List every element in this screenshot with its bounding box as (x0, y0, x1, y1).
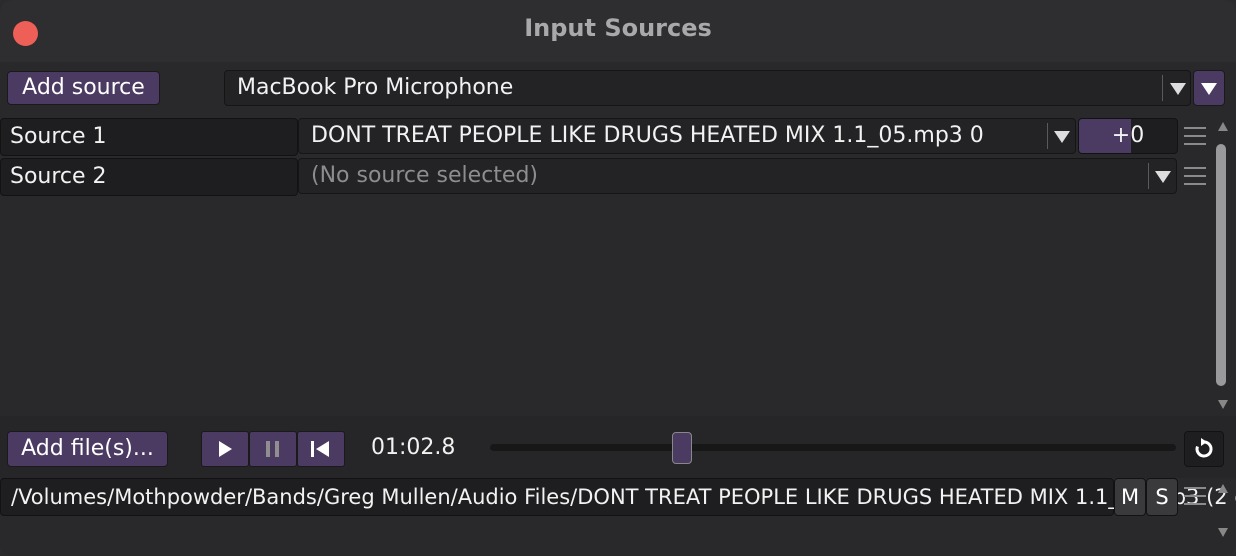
loop-button[interactable] (1184, 431, 1224, 467)
source-file-select[interactable]: (No source selected) (298, 158, 1177, 194)
mute-button[interactable]: M (1114, 478, 1146, 516)
play-icon (219, 441, 232, 457)
input-sources-window: Input Sources Add source MacBook Pro Mic… (0, 0, 1236, 556)
gain-value: +0 (1111, 123, 1145, 148)
source-label-cell: Source 1 (0, 118, 298, 156)
pause-icon (266, 441, 279, 457)
scroll-up-icon[interactable] (1218, 484, 1228, 493)
playback-position-slider[interactable] (490, 444, 1176, 451)
source-row-1: Source 1 DONT TREAT PEOPLE LIKE DRUGS HE… (0, 118, 1214, 156)
scroll-down-icon[interactable] (1218, 528, 1228, 537)
source-file-select[interactable]: DONT TREAT PEOPLE LIKE DRUGS HEATED MIX … (298, 118, 1076, 154)
combo-separator (1148, 163, 1149, 189)
solo-button[interactable]: S (1146, 478, 1178, 516)
chevron-down-icon (1170, 83, 1186, 95)
scrollbar-thumb[interactable] (1216, 144, 1226, 386)
combo-separator (1047, 123, 1048, 149)
source-label: Source 1 (10, 124, 107, 149)
add-source-button[interactable]: Add source (7, 71, 160, 105)
row-menu-icon[interactable] (1184, 127, 1206, 145)
title-bar: Input Sources (0, 0, 1236, 62)
combo-separator (1162, 75, 1163, 101)
source-row-2: Source 2 (No source selected) (0, 158, 1214, 196)
input-device-select[interactable]: MacBook Pro Microphone (224, 70, 1191, 106)
file-menu-icon[interactable] (1184, 487, 1206, 505)
file-path-text: /Volumes/Mothpowder/Bands/Greg Mullen/Au… (11, 485, 1236, 509)
chevron-down-icon (1155, 171, 1171, 183)
source-file-value: DONT TREAT PEOPLE LIKE DRUGS HEATED MIX … (311, 123, 984, 148)
source-label: Source 2 (10, 164, 107, 189)
rewind-button[interactable] (297, 431, 345, 467)
play-button[interactable] (201, 431, 249, 467)
window-title: Input Sources (524, 14, 712, 42)
input-device-value: MacBook Pro Microphone (237, 75, 514, 100)
scroll-up-icon[interactable] (1218, 122, 1228, 131)
source-label-cell: Source 2 (0, 158, 298, 196)
add-files-button[interactable]: Add file(s)... (7, 431, 168, 467)
source-file-placeholder: (No source selected) (311, 163, 538, 188)
pause-button[interactable] (249, 431, 297, 467)
loop-icon (1195, 438, 1213, 458)
playback-slider-knob[interactable] (672, 432, 692, 464)
gain-slider[interactable]: +0 (1078, 118, 1178, 154)
chevron-down-icon (1201, 83, 1217, 95)
skip-back-icon (311, 441, 329, 457)
device-menu-button[interactable] (1193, 70, 1225, 106)
scroll-down-icon[interactable] (1218, 400, 1228, 409)
row-menu-icon[interactable] (1184, 167, 1206, 185)
chevron-down-icon (1054, 131, 1070, 143)
file-path-display: /Volumes/Mothpowder/Bands/Greg Mullen/Au… (0, 478, 1236, 516)
playback-time: 01:02.8 (371, 435, 456, 460)
